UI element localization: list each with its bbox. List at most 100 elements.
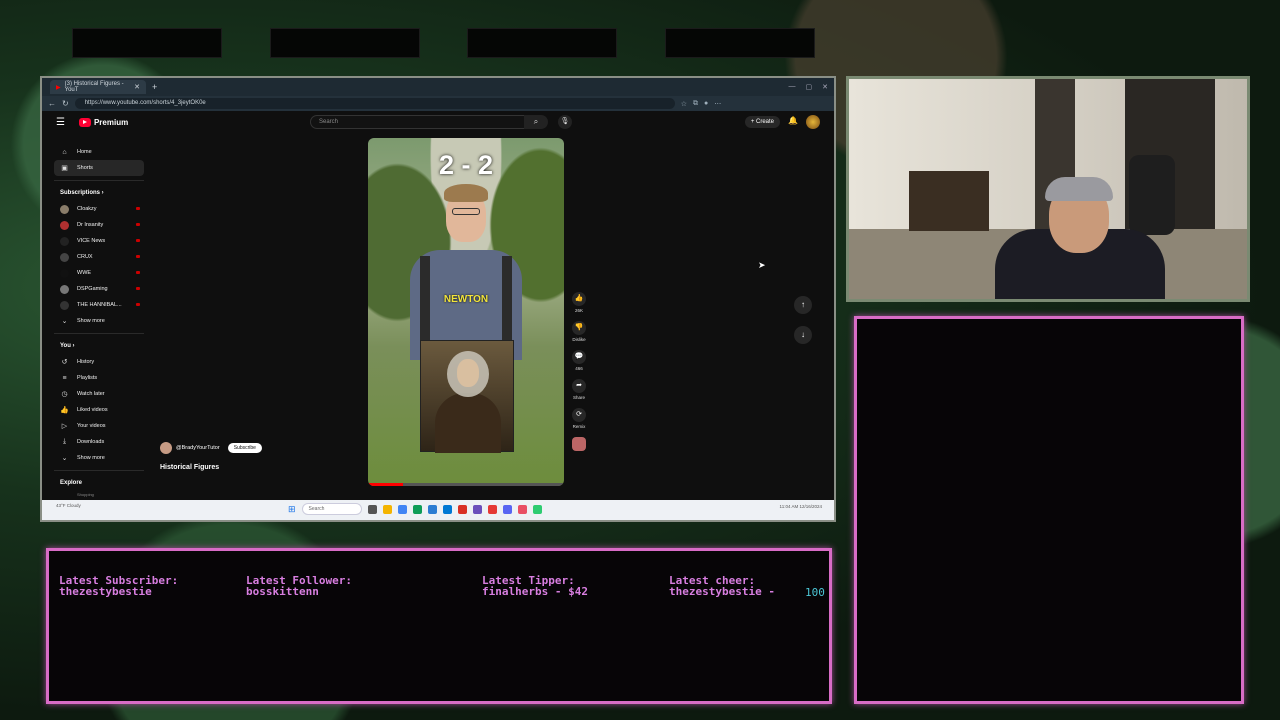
menu-dots-icon[interactable]: ⋯ — [714, 100, 721, 108]
taskbar-app-icon[interactable] — [397, 504, 407, 514]
share-action: ➦ Share — [570, 379, 588, 400]
portrait-face — [457, 359, 479, 387]
sidebar-item-label: History — [77, 359, 95, 365]
taskbar-app-icon[interactable] — [487, 504, 497, 514]
new-tab-button[interactable]: + — [152, 82, 157, 92]
show-more-label: Show more — [77, 318, 105, 324]
taskbar-app-icon[interactable] — [532, 504, 542, 514]
taskbar-app-icon[interactable] — [427, 504, 437, 514]
microphone-icon[interactable]: 🎙 — [558, 115, 572, 129]
share-icon[interactable]: ➦ — [572, 379, 586, 393]
sidebar-item-shopping[interactable]: Shopping — [54, 491, 144, 497]
webcam-feed — [846, 76, 1250, 302]
sidebar-item-subscription[interactable]: DSPGaming — [54, 281, 144, 297]
hamburger-menu-icon[interactable]: ☰ — [56, 117, 65, 128]
url-input[interactable]: https://www.youtube.com/shorts/4_3jeytOK… — [74, 98, 675, 109]
taskbar-app-icon[interactable] — [472, 504, 482, 514]
sidebar-item-subscription[interactable]: CRUX — [54, 249, 144, 265]
taskbar-app-icon[interactable] — [442, 504, 452, 514]
taskbar-apps: ⊞ Search — [288, 503, 542, 515]
taskbar-app-icon[interactable] — [457, 504, 467, 514]
sidebar-item-label: VICE News — [77, 238, 106, 244]
remix-icon[interactable]: ⟳ — [572, 408, 586, 422]
notifications-bell-icon[interactable]: 🔔 — [788, 116, 798, 125]
you-heading[interactable]: You › — [54, 338, 144, 354]
sidebar-item-your-videos[interactable]: ▷ Your videos — [54, 418, 144, 434]
search-icon[interactable]: ⌕ — [524, 115, 548, 129]
subscribe-button[interactable]: Subscribe — [227, 443, 262, 453]
profile-icon[interactable]: ● — [704, 100, 708, 108]
sidebar-item-watch-later[interactable]: ◷ Watch later — [54, 386, 144, 402]
taskbar-app-icon[interactable] — [502, 504, 512, 514]
taskbar-app-icon[interactable] — [367, 504, 377, 514]
divider — [54, 333, 144, 334]
browser-tab[interactable]: ▶ (3) Historical Figures - YouT ✕ — [50, 80, 146, 94]
sidebar-item-history[interactable]: ↺ History — [54, 354, 144, 370]
live-indicator-icon — [136, 207, 140, 210]
sidebar-item-subscription[interactable]: WWE — [54, 265, 144, 281]
star-icon[interactable]: ☆ — [681, 100, 687, 108]
you-list: ↺ History ≡ Playlists ◷ Watch later 👍 Liked vid… — [54, 354, 144, 450]
section-title: Subscriptions — [60, 190, 101, 196]
show-more-you[interactable]: ⌄ Show more — [54, 450, 144, 466]
system-tray-clock[interactable]: 11:04 AM 12/16/2024 — [780, 504, 822, 509]
action-label: 466 — [575, 366, 583, 371]
tab-title: (3) Historical Figures - YouT — [64, 81, 124, 93]
sidebar-item-subscription[interactable]: VICE News — [54, 233, 144, 249]
taskbar-app-icon[interactable] — [412, 504, 422, 514]
tab-close-icon[interactable]: ✕ — [134, 83, 140, 91]
window-controls: — ▢ ✕ — [789, 83, 835, 91]
taskbar-app-icon[interactable] — [382, 504, 392, 514]
show-more-subscriptions[interactable]: ⌄ Show more — [54, 313, 144, 329]
sidebar-item-subscription[interactable]: Cloakzy — [54, 201, 144, 217]
minimize-button[interactable]: — — [789, 83, 796, 91]
sidebar-item-home[interactable]: ⌂ Home — [54, 144, 144, 160]
cheer-amount: 100 — [805, 586, 825, 599]
account-avatar[interactable] — [806, 115, 820, 129]
youtube-logo[interactable]: Premium — [78, 117, 128, 127]
channel-avatar — [60, 252, 69, 262]
close-window-button[interactable]: ✕ — [822, 83, 828, 91]
dislike-action: 👎 Dislike — [570, 321, 588, 342]
weather-widget[interactable]: 43°F Cloudy — [56, 503, 81, 508]
taskbar-app-icon[interactable] — [517, 504, 527, 514]
create-button[interactable]: + Create — [744, 116, 780, 128]
refresh-icon[interactable]: ↻ — [62, 99, 69, 108]
sidebar-item-subscription[interactable]: THE HANNIBAL... — [54, 297, 144, 313]
short-video-player[interactable]: 2 - 2 NEWTON — [368, 138, 564, 486]
gaming-chair — [1129, 155, 1175, 235]
sidebar-item-shorts[interactable]: ▣ Shorts — [54, 160, 144, 176]
comment-icon[interactable]: 💬 — [572, 350, 586, 364]
sidebar-item-liked-videos[interactable]: 👍 Liked videos — [54, 402, 144, 418]
channel-avatar[interactable] — [160, 442, 172, 454]
extensions-icon[interactable]: ⧉ — [693, 100, 698, 108]
desk — [909, 171, 989, 231]
dislike-icon[interactable]: 👎 — [572, 321, 586, 335]
taskbar-search[interactable]: Search — [301, 503, 362, 515]
search-input[interactable]: Search — [310, 115, 540, 129]
divider — [54, 470, 144, 471]
sidebar-item-playlists[interactable]: ≡ Playlists — [54, 370, 144, 386]
sidebar-item-label: Shorts — [77, 165, 93, 171]
maximize-button[interactable]: ▢ — [806, 83, 813, 91]
sidebar-item-label: Watch later — [77, 391, 105, 397]
latest-subscriber: Latest Subscriber: thezestybestie — [59, 575, 178, 597]
back-icon[interactable]: ← — [48, 99, 56, 108]
channel-avatar — [60, 268, 69, 278]
subscriptions-heading[interactable]: Subscriptions › — [54, 185, 144, 201]
like-action: 👍 26K — [570, 292, 588, 313]
like-icon[interactable]: 👍 — [572, 292, 586, 306]
sidebar-item-downloads[interactable]: ⤓ Downloads — [54, 434, 144, 450]
previous-short-button[interactable]: ↑ — [794, 296, 812, 314]
channel-name[interactable]: @BradyYourTutor — [176, 445, 220, 451]
sidebar-item-subscription[interactable]: Dr Insanity — [54, 217, 144, 233]
name-caption: NEWTON — [443, 294, 489, 305]
windows-start-icon[interactable]: ⊞ — [288, 504, 296, 515]
short-actions: 👍 26K 👎 Dislike 💬 466 ➦ Share ⟳ Remix — [570, 292, 588, 451]
video-progress-bar[interactable] — [368, 483, 564, 486]
chevron-down-icon: ⌄ — [61, 318, 68, 325]
divider — [54, 180, 144, 181]
next-short-button[interactable]: ↓ — [794, 326, 812, 344]
live-indicator-icon — [136, 303, 140, 306]
sound-avatar[interactable] — [572, 437, 586, 451]
